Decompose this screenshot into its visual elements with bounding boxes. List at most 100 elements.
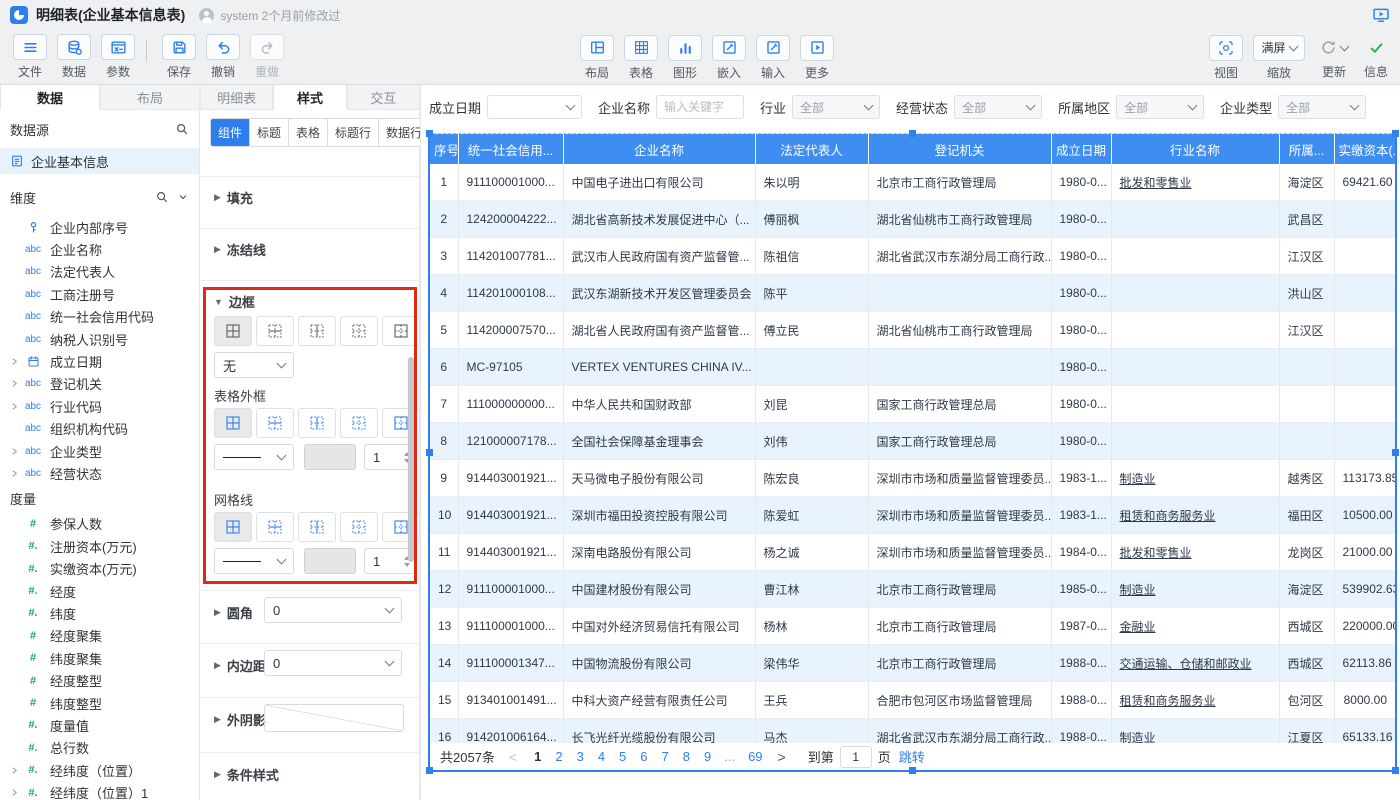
field-item[interactable]: #.纬度 bbox=[0, 602, 199, 624]
expand-chevron-icon[interactable] bbox=[8, 357, 20, 366]
column-header[interactable]: 企业名称 bbox=[563, 134, 755, 164]
zoom-select[interactable]: 满屏 bbox=[1253, 35, 1305, 61]
jump-button[interactable]: 跳转 bbox=[899, 747, 925, 766]
grid-color-swatch[interactable] bbox=[304, 548, 356, 574]
toolbar-button-table[interactable]: 表格 bbox=[619, 35, 663, 81]
page-link-7[interactable]: 7 bbox=[662, 749, 669, 764]
view-button[interactable]: 视图 bbox=[1204, 35, 1248, 81]
field-item[interactable]: abc经营状态 bbox=[0, 462, 199, 484]
toolbar-button-more[interactable]: 更多 bbox=[795, 35, 839, 81]
field-item[interactable]: #.度量值 bbox=[0, 714, 199, 736]
border-preset-all-button[interactable] bbox=[214, 512, 252, 542]
segment-title[interactable]: 标题 bbox=[250, 119, 289, 146]
segment-table[interactable]: 表格 bbox=[289, 119, 328, 146]
field-item[interactable]: 企业内部序号 bbox=[0, 216, 199, 238]
outer-border-color-swatch[interactable] bbox=[304, 444, 356, 470]
expand-chevron-icon[interactable] bbox=[8, 766, 20, 775]
tab-style[interactable]: 样式 bbox=[273, 85, 346, 110]
segment-header-row[interactable]: 标题行 bbox=[328, 119, 379, 146]
resize-handle[interactable] bbox=[1392, 449, 1399, 456]
page-link-3[interactable]: 3 bbox=[577, 749, 584, 764]
next-page-button[interactable]: > bbox=[778, 749, 786, 765]
filter-keyword-input[interactable] bbox=[656, 95, 744, 119]
page-link-4[interactable]: 4 bbox=[598, 749, 605, 764]
page-link-9[interactable]: 9 bbox=[704, 749, 711, 764]
border-preset-iv-button[interactable] bbox=[298, 512, 336, 542]
filter-select[interactable]: 全部 bbox=[1278, 95, 1366, 119]
radius-select[interactable]: 0 bbox=[264, 597, 402, 623]
column-header[interactable]: 所属... bbox=[1279, 134, 1334, 164]
filter-select[interactable]: 全部 bbox=[792, 95, 880, 119]
shadow-picker[interactable] bbox=[264, 704, 404, 732]
filter-select[interactable]: 全部 bbox=[1116, 95, 1204, 119]
toolbar-button-undo[interactable]: 撤销 bbox=[201, 34, 245, 80]
chevron-down-icon[interactable] bbox=[177, 191, 189, 203]
outer-line-style-select[interactable] bbox=[214, 444, 294, 470]
field-item[interactable]: abc登记机关 bbox=[0, 373, 199, 395]
border-preset-none-button[interactable] bbox=[340, 408, 378, 438]
border-preset-all-button[interactable] bbox=[214, 408, 252, 438]
field-item[interactable]: #参保人数 bbox=[0, 513, 199, 535]
column-header[interactable]: 统一社会信用... bbox=[458, 134, 563, 164]
page-link-5[interactable]: 5 bbox=[619, 749, 626, 764]
field-item[interactable]: abc企业类型 bbox=[0, 440, 199, 462]
filter-select[interactable]: 全部 bbox=[954, 95, 1042, 119]
tab-interaction[interactable]: 交互 bbox=[347, 85, 420, 110]
border-preset-ih-button[interactable] bbox=[256, 512, 294, 542]
column-header[interactable]: 行业名称 bbox=[1111, 134, 1279, 164]
border-preset-iv-button[interactable] bbox=[298, 408, 336, 438]
border-preset-ih-button[interactable] bbox=[256, 408, 294, 438]
column-header[interactable]: 序号 bbox=[430, 134, 458, 164]
resize-handle[interactable] bbox=[909, 767, 916, 774]
section-shadow[interactable]: ▶ 外阴影 bbox=[214, 710, 266, 729]
border-preset-ih-button[interactable] bbox=[256, 316, 294, 346]
field-item[interactable]: #.总行数 bbox=[0, 737, 199, 759]
expand-chevron-icon[interactable] bbox=[8, 379, 20, 388]
padding-select[interactable]: 0 bbox=[264, 650, 402, 676]
tab-detail-table[interactable]: 明细表 bbox=[200, 85, 273, 110]
toolbar-button-save[interactable]: 保存 bbox=[157, 34, 201, 80]
step-down-icon[interactable] bbox=[404, 563, 410, 567]
field-item[interactable]: #.经纬度（位置） bbox=[0, 759, 199, 781]
goto-page-input[interactable] bbox=[840, 746, 872, 768]
tab-data[interactable]: 数据 bbox=[0, 85, 100, 110]
toolbar-button-chart[interactable]: 图形 bbox=[663, 35, 707, 81]
field-item[interactable]: #纬度整型 bbox=[0, 692, 199, 714]
border-preset-outer-button[interactable] bbox=[382, 316, 420, 346]
column-header[interactable]: 实缴资本(... bbox=[1334, 134, 1395, 164]
resize-handle[interactable] bbox=[1392, 767, 1399, 774]
field-item[interactable]: #经度整型 bbox=[0, 669, 199, 691]
field-item[interactable]: abc法定代表人 bbox=[0, 261, 199, 283]
prev-page-button[interactable]: < bbox=[509, 749, 517, 765]
search-icon[interactable] bbox=[155, 190, 169, 204]
column-header[interactable]: 登记机关 bbox=[868, 134, 1051, 164]
field-item[interactable]: #经度聚集 bbox=[0, 625, 199, 647]
border-preset-none-button[interactable] bbox=[340, 512, 378, 542]
section-freeze-line[interactable]: ▶ 冻结线 bbox=[214, 240, 266, 259]
section-fill[interactable]: ▶ 填充 bbox=[214, 188, 253, 207]
resize-handle[interactable] bbox=[426, 130, 433, 137]
field-item[interactable]: abc统一社会信用代码 bbox=[0, 306, 199, 328]
expand-chevron-icon[interactable] bbox=[8, 788, 20, 797]
resize-handle[interactable] bbox=[426, 767, 433, 774]
datasource-item[interactable]: 企业基本信息 bbox=[0, 148, 199, 174]
toolbar-button-layout[interactable]: 布局 bbox=[575, 35, 619, 81]
border-preset-iv-button[interactable] bbox=[298, 316, 336, 346]
field-item[interactable]: abc组织机构代码 bbox=[0, 418, 199, 440]
border-preset-none-button[interactable] bbox=[340, 316, 378, 346]
expand-chevron-icon[interactable] bbox=[8, 447, 20, 456]
expand-chevron-icon[interactable] bbox=[8, 469, 20, 478]
section-radius[interactable]: ▶ 圆角 bbox=[214, 603, 253, 622]
field-item[interactable]: abc企业名称 bbox=[0, 238, 199, 260]
section-border[interactable]: ▼ 边框 bbox=[214, 292, 255, 311]
border-preset-outer-button[interactable] bbox=[382, 408, 420, 438]
segment-component[interactable]: 组件 bbox=[211, 119, 250, 146]
field-item[interactable]: #纬度聚集 bbox=[0, 647, 199, 669]
field-item[interactable]: #.注册资本(万元) bbox=[0, 535, 199, 557]
page-link-8[interactable]: 8 bbox=[683, 749, 690, 764]
field-item[interactable]: 成立日期 bbox=[0, 350, 199, 372]
section-conditional-style[interactable]: ▶ 条件样式 bbox=[214, 765, 279, 784]
grid-line-style-select[interactable] bbox=[214, 548, 294, 574]
toolbar-button-input[interactable]: 输入 bbox=[751, 35, 795, 81]
panel-scrollbar[interactable] bbox=[408, 357, 414, 562]
